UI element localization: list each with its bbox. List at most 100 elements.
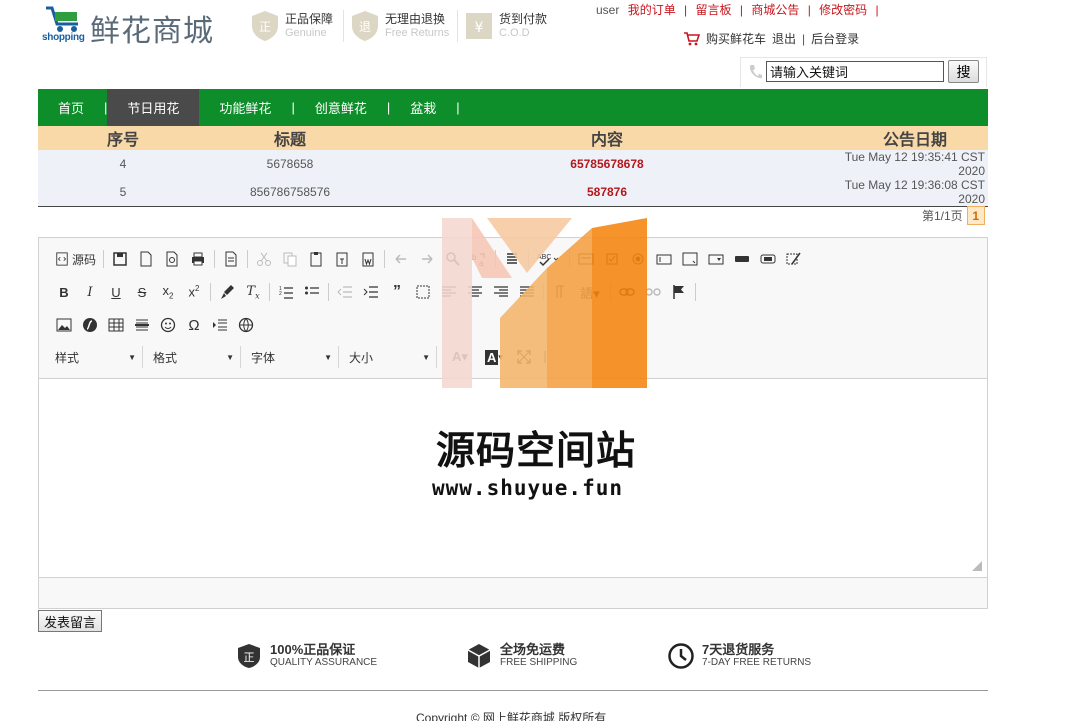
image-button-field-button[interactable] — [755, 247, 781, 271]
preview-button[interactable] — [159, 247, 185, 271]
link-separator: | — [807, 3, 811, 17]
notice-table: 序号 标题 内容 公告日期 4 5678658 65785678678 Tue … — [38, 126, 988, 207]
save-icon — [113, 252, 127, 266]
link-my-orders[interactable]: 我的订单 — [628, 3, 676, 17]
bulleted-list-button[interactable] — [299, 280, 325, 304]
resize-handle-icon[interactable] — [972, 561, 982, 571]
div-container-button[interactable] — [410, 280, 436, 304]
underline-button[interactable]: U — [103, 280, 129, 304]
bold-icon: B — [59, 284, 69, 300]
submit-message-button[interactable]: 发表留言 — [38, 610, 103, 632]
page-number-button[interactable]: 1 — [966, 206, 985, 225]
image-button[interactable] — [51, 313, 77, 337]
font-combo[interactable]: 字体 ▼ — [247, 346, 339, 368]
print-button[interactable] — [185, 247, 211, 271]
nav-festival-flowers[interactable]: 节日用花 — [107, 89, 200, 126]
select-button[interactable] — [703, 247, 729, 271]
iframe-button[interactable] — [233, 313, 259, 337]
horizontal-rule-icon — [135, 319, 149, 331]
paste-button[interactable] — [303, 247, 329, 271]
paste-word-button[interactable] — [355, 247, 381, 271]
numbered-list-icon: 12 — [279, 286, 293, 299]
nav-potted-plants[interactable]: 盆栽 — [390, 89, 456, 126]
bold-button[interactable]: B — [51, 280, 77, 304]
strikethrough-icon: S — [137, 284, 147, 300]
package-icon — [467, 644, 491, 668]
save-button[interactable] — [107, 247, 133, 271]
feature-title: 100%正品保证 — [270, 642, 356, 657]
outdent-button[interactable] — [332, 280, 358, 304]
table-row[interactable]: 4 5678658 65785678678 Tue May 12 19:35:4… — [38, 150, 988, 178]
image-button-icon — [760, 254, 776, 264]
search-button[interactable]: 搜 — [948, 60, 979, 83]
source-button[interactable]: 源码 — [51, 247, 100, 271]
subscript-button[interactable]: x2 — [155, 280, 181, 304]
superscript-button[interactable]: x2 — [181, 280, 207, 304]
textarea-button[interactable] — [677, 247, 703, 271]
table-row[interactable]: 5 856786758576 587876 Tue May 12 19:36:0… — [38, 178, 988, 207]
select-field-icon — [708, 254, 724, 265]
italic-button[interactable]: I — [77, 280, 103, 304]
copy-format-button[interactable] — [214, 280, 240, 304]
main-nav: 首页 | 节日用花 功能鲜花 | 创意鲜花 | 盆栽 | — [38, 89, 988, 126]
link-notice[interactable]: 商城公告 — [751, 3, 799, 17]
nav-creative-flowers[interactable]: 创意鲜花 — [295, 89, 387, 126]
link-change-password[interactable]: 修改密码 — [819, 3, 867, 17]
table-button[interactable] — [103, 313, 129, 337]
numbered-list-button[interactable]: 12 — [273, 280, 299, 304]
format-combo[interactable]: 格式 ▼ — [149, 346, 241, 368]
hidden-field-button[interactable] — [781, 247, 807, 271]
smiley-icon — [160, 317, 176, 333]
flash-button[interactable] — [77, 313, 103, 337]
search-input[interactable] — [766, 61, 944, 82]
smiley-button[interactable] — [155, 313, 181, 337]
paste-text-button[interactable] — [329, 247, 355, 271]
copy-button[interactable] — [277, 247, 303, 271]
toolbar-separator — [269, 283, 270, 301]
nav-function-flowers[interactable]: 功能鲜花 — [199, 89, 291, 126]
new-page-button[interactable] — [133, 247, 159, 271]
horizontal-rule-button[interactable] — [129, 313, 155, 337]
page-break-button[interactable] — [207, 313, 233, 337]
button-field-button[interactable] — [729, 247, 755, 271]
nav-home[interactable]: 首页 — [38, 89, 104, 126]
size-combo[interactable]: 大小 ▼ — [345, 346, 437, 368]
source-label: 源码 — [72, 252, 97, 267]
feature-title: 全场免运费 — [500, 642, 566, 657]
svg-text:正: 正 — [259, 20, 271, 34]
page-break-icon — [213, 319, 227, 331]
cell-date: Tue May 12 19:36:08 CST 2020 — [842, 178, 988, 207]
italic-icon: I — [87, 284, 93, 300]
link-cart[interactable]: 购买鲜花车 — [706, 30, 766, 47]
remove-format-button[interactable]: Tx — [240, 280, 266, 304]
toolbar-row: 源码 ba ABC — [51, 246, 807, 272]
page-info: 第1/1页 — [922, 209, 963, 223]
toolbar-separator — [328, 283, 329, 301]
styles-combo-label: 样式 — [55, 350, 80, 365]
indent-button[interactable] — [358, 280, 384, 304]
link-logout[interactable]: 退出 — [772, 30, 796, 47]
site-logo[interactable]: shopping 鲜花商城 — [42, 4, 232, 49]
link-separator: | — [875, 3, 879, 17]
templates-button[interactable] — [218, 247, 244, 271]
link-message-board[interactable]: 留言板 — [696, 3, 732, 17]
anchor-button[interactable] — [666, 280, 692, 304]
special-char-button[interactable]: Ω — [181, 313, 207, 337]
logo-title: 鲜花商城 — [90, 14, 214, 49]
text-field-button[interactable] — [651, 247, 677, 271]
toolbar-separator — [247, 250, 249, 268]
undo-button[interactable] — [388, 247, 414, 271]
link-admin-login[interactable]: 后台登录 — [811, 30, 859, 47]
paste-text-icon — [336, 252, 348, 267]
link-separator: | — [802, 31, 806, 46]
blockquote-button[interactable]: ” — [384, 280, 410, 304]
source-icon — [56, 252, 68, 266]
toolbar-separator — [695, 283, 696, 301]
badge-subtitle: Free Returns — [385, 27, 450, 39]
badge-subtitle: C.O.D — [499, 27, 530, 39]
strike-button[interactable]: S — [129, 280, 155, 304]
styles-combo[interactable]: 样式 ▼ — [51, 346, 143, 368]
redo-button[interactable] — [414, 247, 440, 271]
toolbar-separator — [210, 283, 211, 301]
cut-button[interactable] — [251, 247, 277, 271]
